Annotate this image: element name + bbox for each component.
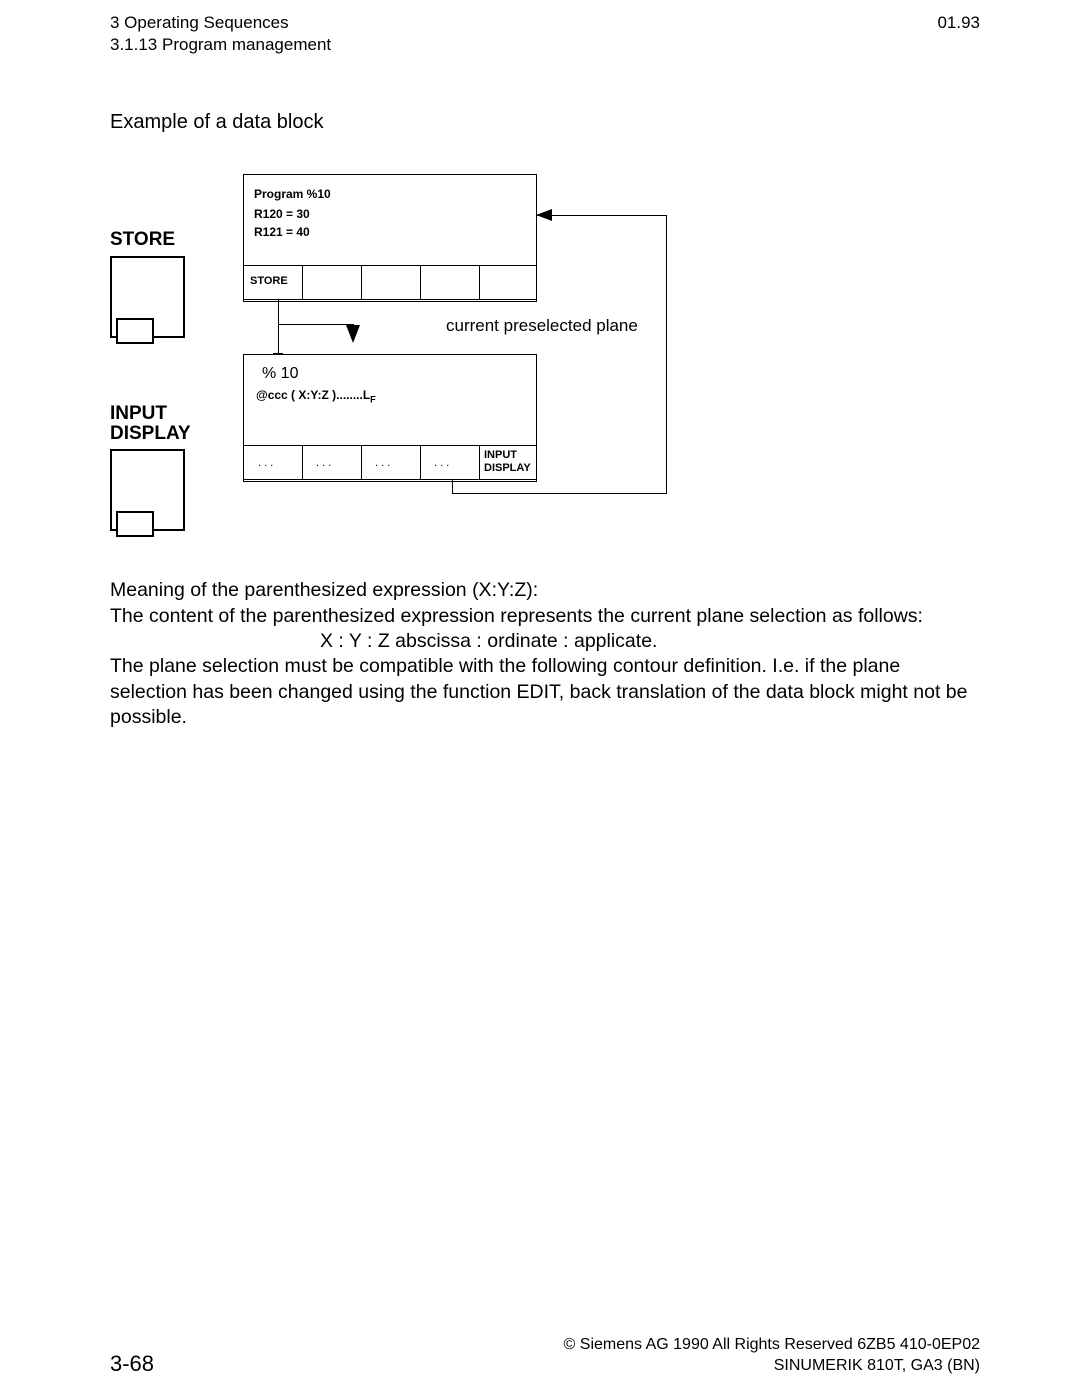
store-softkey: STORE xyxy=(250,276,288,287)
prog-line-1: Program %10 xyxy=(254,187,331,201)
softkey-dots-1: . . . xyxy=(258,458,273,469)
store-label: STORE xyxy=(110,229,175,251)
softkey-dots-4: . . . xyxy=(434,458,449,469)
chapter-line: 3 Operating Sequences xyxy=(110,12,331,34)
at-ccc-line: @ccc ( X:Y:Z )........LF xyxy=(256,388,376,404)
softkey-row-bottom: . . . . . . . . . . . . INPUT DISPLAY xyxy=(243,445,537,480)
version-line: 01.93 xyxy=(937,12,980,56)
monitor-icon xyxy=(110,256,185,356)
prog-line-2: R120 = 30 xyxy=(254,207,310,221)
copyright: © Siemens AG 1990 All Rights Reserved 6Z… xyxy=(564,1334,980,1356)
page-header: 3 Operating Sequences 3.1.13 Program man… xyxy=(110,12,980,56)
softkey-dots-2: . . . xyxy=(316,458,331,469)
example-title: Example of a data block xyxy=(110,111,980,134)
current-preselected-label: current preselected plane xyxy=(446,316,638,336)
softkey-dots-3: . . . xyxy=(375,458,390,469)
softkey-row-top: STORE xyxy=(243,265,537,300)
section-line: 3.1.13 Program management xyxy=(110,34,331,56)
p4: The plane selection must be compatible w… xyxy=(110,654,980,730)
input-display-label: INPUT DISPLAY xyxy=(110,404,191,444)
data-block-diagram: STORE Program %10 R120 = 30 R121 = 40 ST… xyxy=(110,174,980,554)
p3: X : Y : Z abscissa : ordinate : applicat… xyxy=(110,629,980,654)
input-display-softkey-1: INPUT xyxy=(484,450,517,461)
monitor-icon xyxy=(110,449,185,549)
percent-10: % 10 xyxy=(262,365,298,383)
product-line: SINUMERIK 810T, GA3 (BN) xyxy=(564,1355,980,1377)
body-text: Meaning of the parenthesized expression … xyxy=(110,578,980,730)
page-footer: 3-68 © Siemens AG 1990 All Rights Reserv… xyxy=(110,1334,980,1377)
input-display-softkey-2: DISPLAY xyxy=(484,463,531,474)
page-number: 3-68 xyxy=(110,1351,154,1377)
p2: The content of the parenthesized express… xyxy=(110,604,980,629)
p1: Meaning of the parenthesized expression … xyxy=(110,578,980,603)
prog-line-3: R121 = 40 xyxy=(254,225,310,239)
